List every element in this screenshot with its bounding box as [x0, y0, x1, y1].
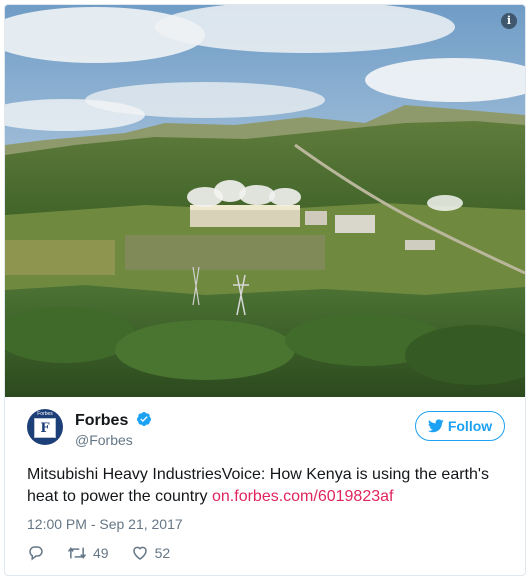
retweet-button[interactable]: 49 — [67, 544, 109, 562]
tweet-header: Forbes F Forbes @Forbes Follow — [27, 409, 505, 453]
retweet-icon — [67, 547, 87, 559]
tweet-text: Mitsubishi Heavy IndustriesVoice: How Ke… — [27, 464, 507, 508]
twitter-bird-icon — [427, 419, 444, 433]
tweet-card[interactable]: i Forbes F Forbes @Forbes Follow Mitsubi… — [4, 4, 526, 576]
verified-badge-icon — [136, 412, 151, 426]
geothermal-plant-photo — [5, 5, 525, 397]
tweet-timestamp[interactable]: 12:00 PM - Sep 21, 2017 — [27, 516, 183, 532]
tweet-media-image[interactable]: i — [5, 5, 525, 397]
like-count: 52 — [154, 545, 171, 561]
avatar-logo: F — [34, 418, 56, 438]
avatar[interactable]: Forbes F — [27, 409, 63, 445]
author-name-row[interactable]: Forbes — [75, 411, 152, 430]
tweet-actions: 49 52 — [27, 542, 192, 564]
avatar-brand-text: Forbes — [37, 411, 53, 417]
avatar-letter: F — [40, 421, 50, 436]
reply-icon — [29, 546, 43, 561]
author-handle[interactable]: @Forbes — [75, 432, 133, 448]
author-name[interactable]: Forbes — [75, 412, 128, 429]
like-button[interactable]: 52 — [131, 544, 171, 562]
like-heart-icon — [132, 546, 147, 560]
tweet-link[interactable]: on.forbes.com/6019823af — [212, 488, 393, 505]
info-icon[interactable]: i — [501, 13, 517, 29]
follow-label: Follow — [447, 418, 493, 434]
follow-button[interactable]: Follow — [415, 411, 505, 441]
retweet-count: 49 — [93, 545, 109, 561]
reply-button[interactable] — [27, 544, 45, 562]
